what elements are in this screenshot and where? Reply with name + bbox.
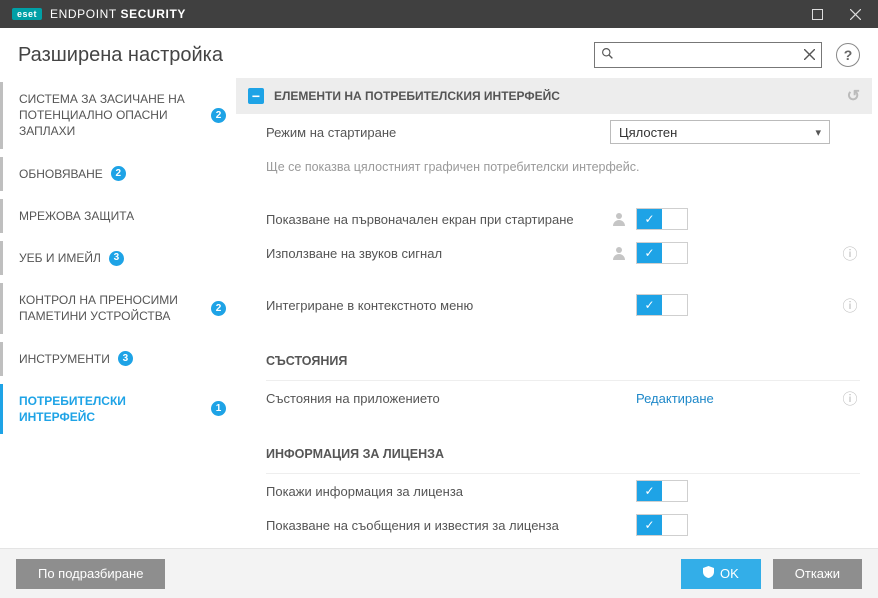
info-icon[interactable]: ⓘ [840, 388, 860, 409]
product-name: ENDPOINT SECURITY [50, 7, 186, 21]
search-box[interactable] [594, 42, 822, 68]
window-close-button[interactable] [840, 0, 870, 28]
sidebar-item-label: КОНТРОЛ НА ПРЕНОСИМИ ПАМЕТИНИ УСТРОЙСТВА [19, 292, 203, 324]
check-icon: ✓ [637, 481, 662, 501]
row-label: Показване на съобщения и известия за лиц… [266, 518, 600, 533]
sidebar-item-network[interactable]: МРЕЖОВА ЗАЩИТА [0, 199, 236, 233]
sub-header-statuses: СЪСТОЯНИЯ [236, 340, 872, 376]
row-label: Показване на първоначален екран при стар… [266, 212, 600, 227]
sidebar-item-label: МРЕЖОВА ЗАЩИТА [19, 208, 134, 224]
sidebar-item-label: УЕБ И ИМЕЙЛ [19, 250, 101, 266]
show-license-toggle[interactable]: ✓ [636, 480, 688, 502]
count-badge: 2 [211, 301, 226, 316]
sidebar-item-label: ОБНОВЯВАНЕ [19, 166, 103, 182]
sidebar: СИСТЕМА ЗА ЗАСИЧАНЕ НА ПОТЕНЦИАЛНО ОПАСН… [0, 78, 236, 548]
row-label: Интегриране в контекстното меню [266, 298, 600, 313]
clear-icon[interactable] [804, 48, 815, 63]
chevron-down-icon: ▾ [815, 126, 821, 139]
bottom-bar: По подразбиране OK Откажи [0, 548, 878, 598]
section-header-ui-elements[interactable]: − ЕЛЕМЕНТИ НА ПОТРЕБИТЕЛСКИЯ ИНТЕРФЕЙС ↺ [236, 78, 872, 114]
sidebar-item-update[interactable]: ОБНОВЯВАНЕ 2 [0, 157, 236, 191]
row-show-license: Покажи информация за лиценза ✓ [236, 474, 872, 508]
count-badge: 3 [118, 351, 133, 366]
check-icon: ✓ [637, 243, 662, 263]
brand-badge: eset [12, 8, 42, 20]
sidebar-item-label: ПОТРЕБИТЕЛСКИ ИНТЕРФЕЙС [19, 393, 203, 425]
collapse-icon[interactable]: − [248, 88, 264, 104]
info-icon[interactable]: ⓘ [840, 295, 860, 316]
topbar: Разширена настройка ? [0, 28, 878, 78]
user-icon [610, 244, 628, 262]
row-sound: Използване на звуков сигнал ✓ ⓘ [236, 236, 872, 270]
select-value: Цялостен [619, 125, 677, 140]
count-badge: 2 [211, 108, 226, 123]
defaults-button[interactable]: По подразбиране [16, 559, 165, 589]
check-icon: ✓ [637, 295, 662, 315]
row-startup-mode: Режим на стартиране Цялостен ▾ [236, 114, 872, 150]
row-splash: Показване на първоначален екран при стар… [236, 202, 872, 236]
sub-header-license: ИНФОРМАЦИЯ ЗА ЛИЦЕНЗА [236, 433, 872, 469]
help-button[interactable]: ? [836, 43, 860, 67]
sidebar-item-detection[interactable]: СИСТЕМА ЗА ЗАСИЧАНЕ НА ПОТЕНЦИАЛНО ОПАСН… [0, 82, 236, 149]
row-startup-desc: Ще се показва цялостният графичен потреб… [236, 150, 872, 184]
sidebar-item-ui[interactable]: ПОТРЕБИТЕЛСКИ ИНТЕРФЕЙС 1 [0, 384, 236, 434]
page-title: Разширена настройка [18, 44, 580, 67]
sidebar-item-label: СИСТЕМА ЗА ЗАСИЧАНЕ НА ПОТЕНЦИАЛНО ОПАСН… [19, 91, 203, 140]
row-label: Използване на звуков сигнал [266, 246, 600, 261]
count-badge: 3 [109, 251, 124, 266]
sidebar-item-web-email[interactable]: УЕБ И ИМЕЙЛ 3 [0, 241, 236, 275]
search-input[interactable] [620, 48, 798, 63]
square-icon [812, 9, 823, 20]
edit-link[interactable]: Редактиране [636, 391, 714, 406]
cancel-button[interactable]: Откажи [773, 559, 862, 589]
product-name-bold: SECURITY [121, 7, 186, 21]
count-badge: 2 [111, 166, 126, 181]
section-title: ЕЛЕМЕНТИ НА ПОТРЕБИТЕЛСКИЯ ИНТЕРФЕЙС [274, 89, 560, 103]
row-label: Режим на стартиране [266, 125, 600, 140]
row-context-menu: Интегриране в контекстното меню ✓ ⓘ [236, 288, 872, 322]
sidebar-item-label: ИНСТРУМЕНТИ [19, 351, 110, 367]
count-badge: 1 [211, 401, 226, 416]
user-icon [610, 210, 628, 228]
check-icon: ✓ [637, 209, 662, 229]
ok-button[interactable]: OK [681, 559, 761, 589]
row-label: Покажи информация за лиценза [266, 484, 600, 499]
check-icon: ✓ [637, 515, 662, 535]
row-description: Ще се показва цялостният графичен потреб… [266, 160, 639, 174]
license-notif-toggle[interactable]: ✓ [636, 514, 688, 536]
content-panel: − ЕЛЕМЕНТИ НА ПОТРЕБИТЕЛСКИЯ ИНТЕРФЕЙС ↺… [236, 78, 878, 548]
row-license-notif: Показване на съобщения и известия за лиц… [236, 508, 872, 542]
close-icon [850, 9, 861, 20]
product-name-light: ENDPOINT [50, 7, 117, 21]
row-app-statuses: Състояния на приложението Редактиране ⓘ [236, 381, 872, 415]
undo-icon[interactable]: ↺ [847, 86, 860, 106]
ok-button-label: OK [720, 566, 739, 581]
titlebar: eset ENDPOINT SECURITY [0, 0, 878, 28]
shield-icon [703, 566, 714, 581]
window-maximize-button[interactable] [802, 0, 832, 28]
sidebar-item-device-control[interactable]: КОНТРОЛ НА ПРЕНОСИМИ ПАМЕТИНИ УСТРОЙСТВА… [0, 283, 236, 333]
sound-toggle[interactable]: ✓ [636, 242, 688, 264]
search-icon [601, 47, 614, 63]
splash-toggle[interactable]: ✓ [636, 208, 688, 230]
startup-mode-select[interactable]: Цялостен ▾ [610, 120, 830, 144]
sidebar-item-tools[interactable]: ИНСТРУМЕНТИ 3 [0, 342, 236, 376]
info-icon[interactable]: ⓘ [840, 243, 860, 264]
row-label: Състояния на приложението [266, 391, 600, 406]
context-toggle[interactable]: ✓ [636, 294, 688, 316]
